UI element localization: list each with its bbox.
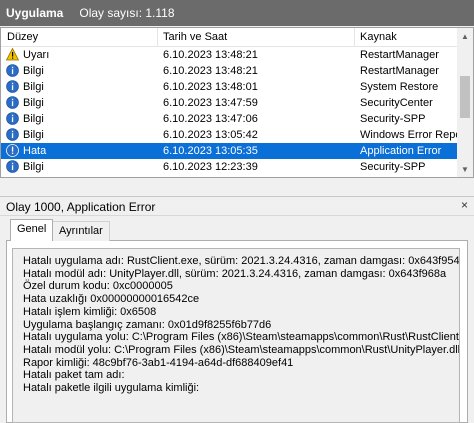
column-source[interactable]: Kaynak: [360, 31, 397, 43]
event-row[interactable]: Bilgi 6.10.2023 13:47:59 SecurityCenter: [1, 95, 457, 111]
event-detail-title: Olay 1000, Application Error: [6, 200, 156, 214]
event-list-scrollbar[interactable]: ▲ ▼: [457, 28, 473, 177]
event-list-header: Düzey Tarih ve Saat Kaynak: [1, 28, 457, 47]
event-source: Security-SPP: [360, 161, 426, 173]
event-source: System Restore: [360, 81, 439, 93]
event-source: SecurityCenter: [360, 97, 433, 109]
event-date: 6.10.2023 12:23:39: [163, 161, 258, 173]
close-icon[interactable]: ×: [461, 198, 468, 212]
scroll-down-icon[interactable]: ▼: [457, 161, 473, 177]
event-row[interactable]: Hata 6.10.2023 13:05:35 Application Error: [1, 143, 457, 159]
event-row[interactable]: Bilgi 6.10.2023 13:05:42 Windows Error Rep…: [1, 127, 457, 143]
scroll-up-icon[interactable]: ▲: [457, 28, 473, 44]
info-icon: [6, 128, 19, 141]
event-row[interactable]: Bilgi 6.10.2023 13:47:06 Security-SPP: [1, 111, 457, 127]
event-date: 6.10.2023 13:47:59: [163, 97, 258, 109]
event-row[interactable]: Bilgi 6.10.2023 13:48:01 System Restore: [1, 79, 457, 95]
description-line: Hatalı uygulama yolu: C:\Program Files (…: [23, 331, 460, 344]
event-level: Uyarı: [23, 49, 50, 61]
info-icon: [6, 64, 19, 77]
info-icon: [6, 80, 19, 93]
error-icon: [6, 144, 19, 157]
event-row[interactable]: Uyarı 6.10.2023 13:48:21 RestartManager: [1, 47, 457, 63]
event-detail-header: Olay 1000, Application Error ×: [0, 196, 474, 216]
description-line: Hatalı modül yolu: C:\Program Files (x86…: [23, 343, 460, 356]
event-date: 6.10.2023 13:05:35: [163, 145, 258, 157]
description-line: Hatalı uygulama adı: RustClient.exe, sür…: [23, 255, 460, 267]
description-line: Rapor kimliği: 48c9bf76-3ab1-4194-a64d-d…: [23, 356, 294, 369]
info-icon: [6, 96, 19, 109]
event-level: Hata: [23, 145, 47, 157]
event-level: Bilgi: [23, 161, 44, 173]
info-icon: [6, 160, 19, 173]
column-level[interactable]: Düzey: [7, 31, 38, 43]
event-level: Bilgi: [23, 81, 44, 93]
description-line: Uygulama başlangıç zamanı: 0x01d9f8255f6…: [23, 318, 272, 331]
event-date: 6.10.2023 13:47:06: [163, 113, 258, 125]
tab-details[interactable]: Ayrıntılar: [52, 221, 110, 241]
event-source: RestartManager: [360, 49, 439, 61]
event-level: Bilgi: [23, 65, 44, 77]
description-line: Özel durum kodu: 0xc0000005: [23, 280, 173, 293]
event-row[interactable]: Bilgi 6.10.2023 13:48:21 RestartManager: [1, 63, 457, 79]
event-source: Application Error: [360, 145, 442, 157]
event-date: 6.10.2023 13:48:01: [163, 81, 258, 93]
description-line: Hatalı paketle ilgili uygulama kimliği:: [23, 382, 200, 394]
event-level: Bilgi: [23, 97, 44, 109]
event-date: 6.10.2023 13:48:21: [163, 49, 258, 61]
event-level: Bilgi: [23, 113, 44, 125]
event-source: Security-SPP: [360, 113, 426, 125]
event-count: Olay sayısı: 1.118: [79, 6, 175, 20]
event-source: RestartManager: [360, 65, 439, 77]
event-description-box[interactable]: Hatalı uygulama adı: RustClient.exe, sür…: [12, 248, 460, 423]
scroll-thumb[interactable]: [460, 76, 470, 118]
event-date: 6.10.2023 13:48:21: [163, 65, 258, 77]
event-source: Windows Error Report: [360, 129, 457, 141]
description-line: Hatalı modül adı: UnityPlayer.dll, sürüm…: [23, 267, 447, 280]
description-line: Hatalı paket tam adı:: [23, 369, 125, 382]
event-list[interactable]: Düzey Tarih ve Saat Kaynak Uyarı 6.10.202…: [0, 27, 474, 178]
column-date[interactable]: Tarih ve Saat: [163, 31, 227, 43]
description-line: Hata uzaklığı 0x00000000016542ce: [23, 293, 200, 306]
info-icon: [6, 112, 19, 125]
log-title: Uygulama: [6, 6, 64, 20]
description-line: Hatalı işlem kimliği: 0x6508: [23, 305, 157, 318]
log-header-bar: Uygulama Olay sayısı: 1.118: [0, 0, 474, 26]
event-date: 6.10.2023 13:05:42: [163, 129, 258, 141]
event-row[interactable]: Bilgi 6.10.2023 12:23:39 Security-SPP: [1, 159, 457, 175]
warning-icon: [5, 47, 20, 61]
tab-general[interactable]: Genel: [10, 219, 54, 241]
event-level: Bilgi: [23, 129, 44, 141]
